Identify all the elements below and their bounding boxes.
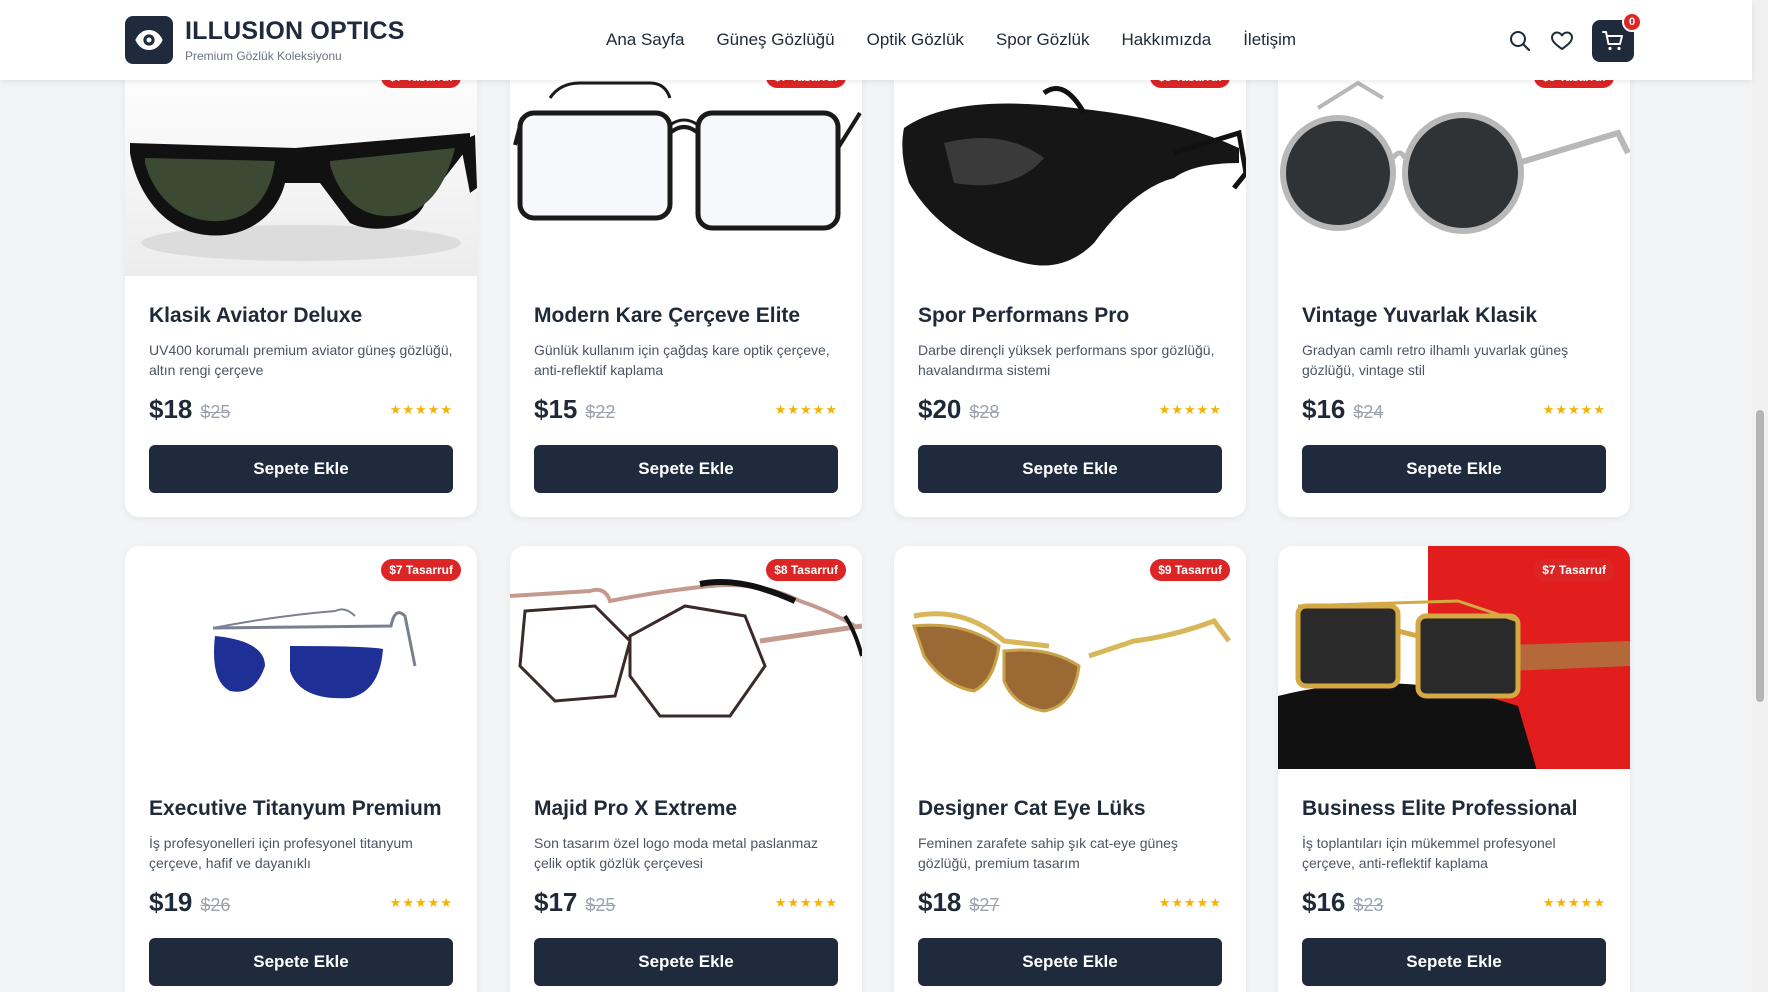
product-price: $15 <box>534 394 578 424</box>
product-image[interactable]: $7 Tasarruf <box>1278 546 1630 769</box>
product-old-price: $25 <box>585 895 616 915</box>
product-price: $19 <box>149 887 193 917</box>
discount-badge: $7 Tasarruf <box>1534 559 1614 581</box>
product-price: $17 <box>534 887 578 917</box>
product-name: Executive Titanyum Premium <box>149 797 442 820</box>
product-old-price: $23 <box>1353 895 1384 915</box>
discount-badge: $9 Tasarruf <box>1150 559 1230 581</box>
rating-stars: ★★★★★ <box>1542 894 1606 910</box>
page-scrollbar[interactable] <box>1752 0 1768 992</box>
nav-sport[interactable]: Spor Gözlük <box>996 30 1090 50</box>
rating-stars: ★★★★★ <box>389 401 453 417</box>
product-old-price: $26 <box>200 895 231 915</box>
rating-stars: ★★★★★ <box>1158 401 1222 417</box>
brand-tagline: Premium Gözlük Koleksiyonu <box>185 49 342 63</box>
add-to-cart-button[interactable]: Sepete Ekle <box>534 445 838 493</box>
brand[interactable]: ILLUSION OPTICS Premium Gözlük Koleksiyo… <box>185 17 405 63</box>
scrollbar-thumb[interactable] <box>1756 410 1764 702</box>
add-to-cart-button[interactable]: Sepete Ekle <box>918 938 1222 986</box>
product-image[interactable]: $9 Tasarruf <box>894 546 1246 769</box>
product-card: $8 Tasarruf Spor Performans Pro Darbe di… <box>894 53 1246 517</box>
product-description: Gradyan camlı retro ilhamlı yuvarlak gün… <box>1302 342 1569 378</box>
add-to-cart-button[interactable]: Sepete Ekle <box>918 445 1222 493</box>
heart-icon[interactable] <box>1548 27 1576 55</box>
product-name: Klasik Aviator Deluxe <box>149 304 363 327</box>
product-card: $7 Tasarruf Business Elite Professional … <box>1278 546 1630 992</box>
product-description: Son tasarım özel logo moda metal paslanm… <box>534 835 819 871</box>
add-to-cart-button[interactable]: Sepete Ekle <box>1302 445 1606 493</box>
product-card: $7 Tasarruf Klasik Aviator Deluxe UV400 … <box>125 53 477 517</box>
product-image[interactable]: $7 Tasarruf <box>125 546 477 769</box>
product-price: $18 <box>918 887 962 917</box>
product-description: UV400 korumalı premium aviator güneş göz… <box>149 342 453 378</box>
product-description: Feminen zarafete sahip şık cat-eye güneş… <box>918 835 1178 871</box>
product-old-price: $24 <box>1353 402 1384 422</box>
product-name: Modern Kare Çerçeve Elite <box>534 304 801 327</box>
product-image[interactable]: $8 Tasarruf <box>1278 53 1630 276</box>
cart-count-badge: 0 <box>1622 12 1642 32</box>
nav-about[interactable]: Hakkımızda <box>1121 30 1211 50</box>
add-to-cart-button[interactable]: Sepete Ekle <box>534 938 838 986</box>
product-image[interactable]: $8 Tasarruf <box>510 546 862 769</box>
rating-stars: ★★★★★ <box>774 401 838 417</box>
rating-stars: ★★★★★ <box>774 894 838 910</box>
search-icon[interactable] <box>1506 27 1534 55</box>
product-name: Vintage Yuvarlak Klasik <box>1302 304 1538 327</box>
product-price: $20 <box>918 394 962 424</box>
cart-button[interactable]: 0 <box>1592 12 1642 62</box>
product-card: $8 Tasarruf Majid Pro X Extreme Son tasa… <box>510 546 862 992</box>
eye-icon <box>135 30 163 50</box>
product-old-price: $27 <box>969 895 1000 915</box>
add-to-cart-button[interactable]: Sepete Ekle <box>1302 938 1606 986</box>
product-price: $16 <box>1302 887 1346 917</box>
nav-home[interactable]: Ana Sayfa <box>606 30 684 50</box>
product-image[interactable]: $8 Tasarruf <box>894 53 1246 276</box>
product-description: İş profesyonelleri için profesyonel tita… <box>149 835 413 871</box>
product-price: $18 <box>149 394 193 424</box>
product-name: Business Elite Professional <box>1302 797 1578 820</box>
product-name: Spor Performans Pro <box>918 304 1130 327</box>
cart-icon <box>1602 31 1623 51</box>
rating-stars: ★★★★★ <box>1158 894 1222 910</box>
product-card: $7 Tasarruf Executive Titanyum Premium İ… <box>125 546 477 992</box>
product-name: Majid Pro X Extreme <box>534 797 738 820</box>
product-name: Designer Cat Eye Lüks <box>918 797 1146 820</box>
rating-stars: ★★★★★ <box>389 894 453 910</box>
nav-optical[interactable]: Optik Gözlük <box>867 30 964 50</box>
site-header: ILLUSION OPTICS Premium Gözlük Koleksiyo… <box>0 0 1752 80</box>
nav-sunglasses[interactable]: Güneş Gözlüğü <box>716 30 834 50</box>
product-description: İş toplantıları için mükemmel profesyone… <box>1302 835 1556 871</box>
header-actions: 0 <box>1506 12 1642 62</box>
discount-badge: $7 Tasarruf <box>381 559 461 581</box>
product-card: $9 Tasarruf Designer Cat Eye Lüks Femine… <box>894 546 1246 992</box>
product-description: Darbe dirençli yüksek performans spor gö… <box>918 342 1215 378</box>
product-description: Günlük kullanım için çağdaş kare optik ç… <box>534 342 830 378</box>
nav-contact[interactable]: İletişim <box>1243 30 1296 50</box>
product-old-price: $25 <box>200 402 231 422</box>
product-image[interactable]: $7 Tasarruf <box>510 53 862 276</box>
product-card: $8 Tasarruf Vintage Yuvarlak Klasik Grad… <box>1278 53 1630 517</box>
product-card: $7 Tasarruf Modern Kare Çerçeve Elite Gü… <box>510 53 862 517</box>
discount-badge: $8 Tasarruf <box>766 559 846 581</box>
add-to-cart-button[interactable]: Sepete Ekle <box>149 445 453 493</box>
product-old-price: $28 <box>969 402 1000 422</box>
main-nav: Ana Sayfa Güneş Gözlüğü Optik Gözlük Spo… <box>606 30 1328 50</box>
product-image[interactable]: $7 Tasarruf <box>125 53 477 276</box>
add-to-cart-button[interactable]: Sepete Ekle <box>149 938 453 986</box>
product-price: $16 <box>1302 394 1346 424</box>
logo[interactable] <box>125 16 173 64</box>
brand-name: ILLUSION OPTICS <box>185 17 405 45</box>
product-old-price: $22 <box>585 402 616 422</box>
rating-stars: ★★★★★ <box>1542 401 1606 417</box>
